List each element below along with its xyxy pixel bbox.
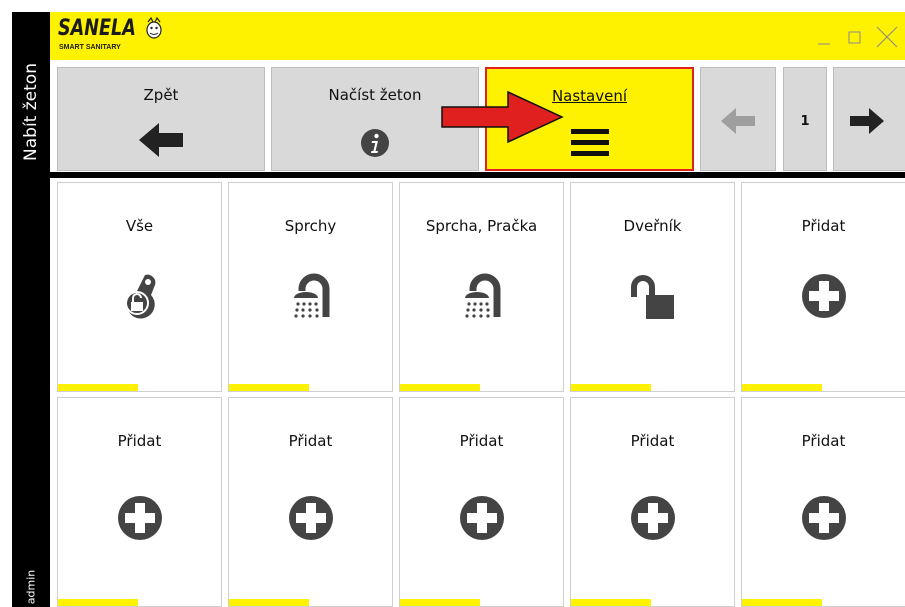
tile-label: Vše (125, 217, 154, 235)
tile-accent-bar (229, 384, 309, 391)
key-fob-icon (124, 274, 155, 319)
tile-label: Přidat (801, 217, 846, 235)
tile-accent-bar (400, 384, 480, 391)
tile-accent-bar (229, 599, 309, 606)
tile-label: Přidat (801, 432, 846, 450)
tile-label: Dveřník (623, 217, 682, 235)
tile-accent-bar (400, 599, 480, 606)
minimize-icon[interactable] (812, 24, 838, 50)
tile-all[interactable]: Vše (57, 182, 222, 392)
tile-add[interactable]: Přidat (228, 397, 393, 607)
tile-accent-bar (571, 599, 651, 606)
previous-page-button[interactable] (700, 67, 776, 171)
tile-label: Přidat (459, 432, 504, 450)
toolbar-divider (50, 172, 905, 178)
username-label: admin (24, 569, 38, 605)
tile-accent-bar (571, 384, 651, 391)
mascot-icon (146, 16, 162, 39)
logo-text: SANELA (58, 16, 136, 41)
tile-add[interactable]: Přidat (741, 397, 905, 607)
tile-accent-bar (742, 599, 822, 606)
tile-showers[interactable]: Sprchy (228, 182, 393, 392)
back-button[interactable]: Zpět (57, 67, 265, 171)
tile-add[interactable]: Přidat (399, 397, 564, 607)
title-bar: SANELA SMART SANITARY (50, 12, 905, 60)
red-pointer-arrow-icon (441, 90, 564, 144)
plus-circle-icon (801, 274, 846, 318)
tile-add[interactable]: Přidat (741, 182, 905, 392)
tile-accent-bar (58, 599, 138, 606)
shower-icon (464, 273, 500, 318)
info-icon (361, 129, 389, 157)
unlocked-padlock-icon (630, 275, 674, 319)
page-indicator: 1 (783, 67, 827, 171)
tile-label: Přidat (630, 432, 675, 450)
close-icon[interactable] (874, 24, 900, 50)
sanela-logo: SANELA SMART SANITARY (58, 14, 168, 58)
arrow-left-icon (139, 123, 183, 157)
tile-label: Přidat (117, 432, 162, 450)
plus-circle-icon (459, 496, 504, 540)
tile-grid: Vše Sprchy Sprcha, Pračka Dveřník Přidat… (50, 182, 905, 607)
tile-shower-washer[interactable]: Sprcha, Pračka (399, 182, 564, 392)
maximize-icon[interactable] (842, 24, 868, 50)
hamburger-menu-icon (571, 129, 609, 156)
logo-tagline: SMART SANITARY (59, 44, 121, 51)
tile-accent-bar (742, 384, 822, 391)
side-panel: Nabít žeton admin (12, 12, 50, 607)
arrow-right-icon (850, 108, 884, 134)
tile-accent-bar (58, 384, 138, 391)
page-number: 1 (800, 114, 810, 129)
charge-token-label: Nabít žeton (21, 63, 41, 161)
main-window: SANELA SMART SANITARY Zpět Načíst žeton … (50, 12, 905, 607)
next-page-button[interactable] (833, 67, 905, 171)
plus-circle-icon (630, 496, 675, 540)
plus-circle-icon (288, 496, 333, 540)
shower-icon (293, 273, 329, 318)
tile-label: Sprcha, Pračka (425, 217, 538, 235)
plus-circle-icon (801, 496, 846, 540)
tile-add[interactable]: Přidat (57, 397, 222, 607)
tile-label: Přidat (288, 432, 333, 450)
tile-label: Sprchy (284, 217, 337, 235)
plus-circle-icon (117, 496, 162, 540)
tile-door-opener[interactable]: Dveřník (570, 182, 735, 392)
charge-token-tab[interactable]: Nabít žeton (12, 12, 50, 212)
arrow-left-icon (721, 108, 755, 134)
tile-add[interactable]: Přidat (570, 397, 735, 607)
back-label: Zpět (143, 86, 179, 104)
